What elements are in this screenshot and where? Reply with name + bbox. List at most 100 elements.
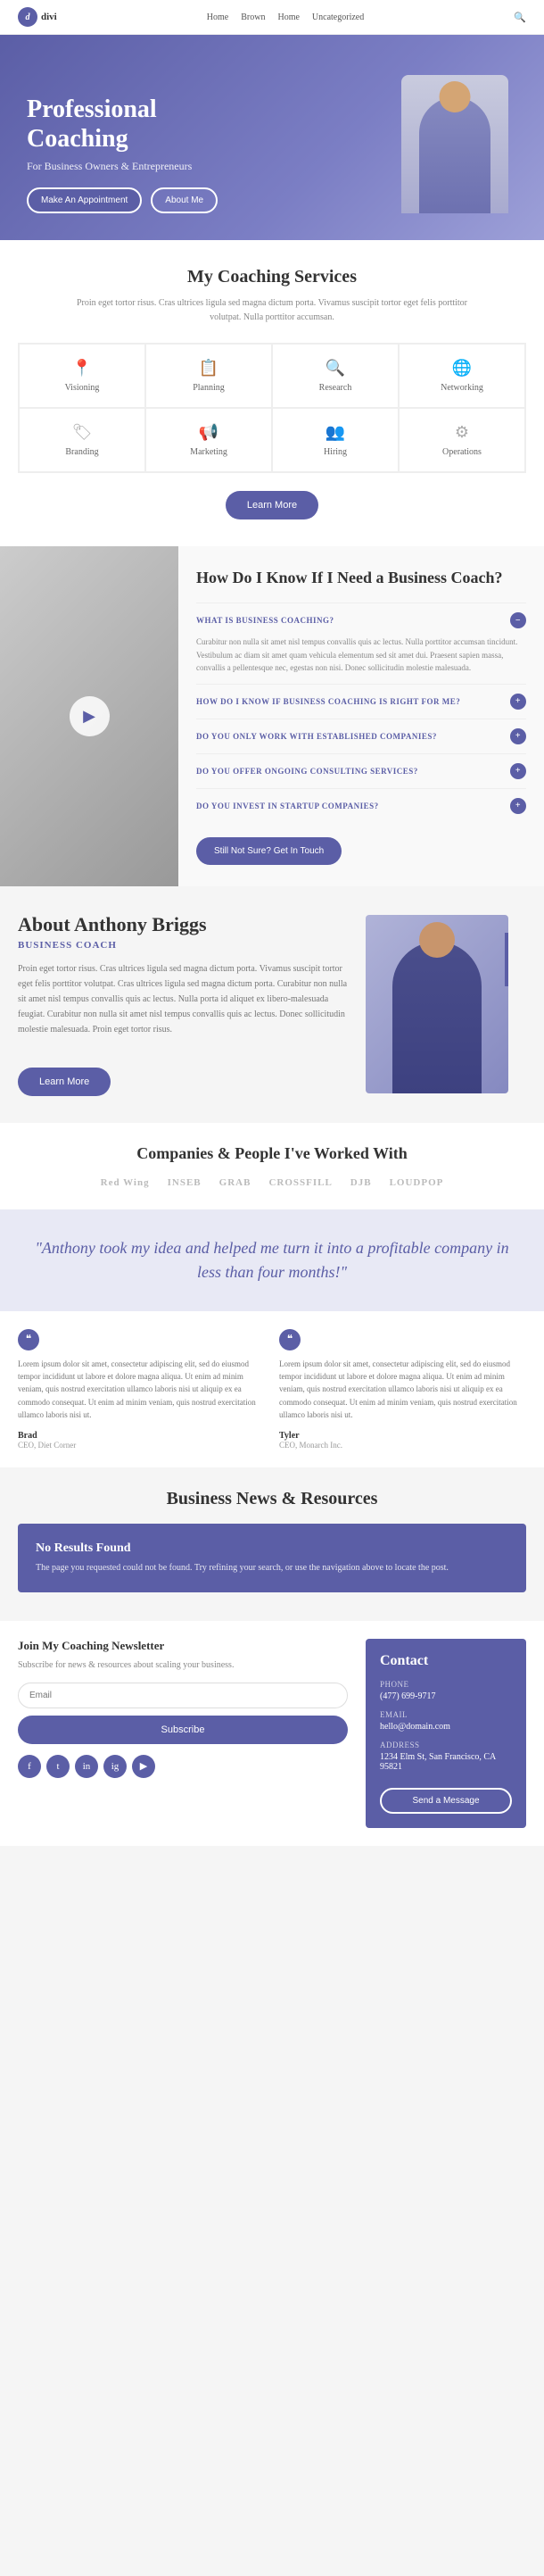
visioning-icon: 📍 xyxy=(72,359,92,378)
navigation: d divi Home Brown Home Uncategorized 🔍 xyxy=(0,0,544,35)
hero-title-line1: Professional xyxy=(27,96,157,123)
video-background: ▶ xyxy=(0,546,178,886)
newsletter-title: Join My Coaching Newsletter xyxy=(18,1639,348,1653)
accordion-toggle-5: + xyxy=(510,798,526,814)
testimonial-quote: "Anthony took my idea and helped me turn… xyxy=(27,1236,517,1284)
accordion-item-1[interactable]: WHAT IS BUSINESS COACHING? − Curabitur n… xyxy=(196,602,526,683)
twitter-icon[interactable]: t xyxy=(46,1755,70,1778)
companies-title: Companies & People I've Worked With xyxy=(18,1144,526,1163)
person-body xyxy=(419,97,490,213)
company-logo-grab: GRAB xyxy=(219,1177,251,1188)
hiring-icon: 👥 xyxy=(326,423,345,442)
marketing-label: Marketing xyxy=(190,447,227,457)
services-grid: 📍 Visioning 📋 Planning 🔍 Research 🌐 Netw… xyxy=(18,343,526,473)
video-panel: ▶ xyxy=(0,546,178,886)
accordion-question-3: DO YOU ONLY WORK WITH ESTABLISHED COMPAN… xyxy=(196,732,437,741)
company-logo-redwing: Red Wing xyxy=(101,1177,150,1188)
contact-address-value: 1234 Elm St, San Francisco, CA 95821 xyxy=(380,1752,512,1772)
service-research: 🔍 Research xyxy=(272,344,399,408)
hero-text: Professional Coaching For Business Owner… xyxy=(27,95,392,213)
nav-brown[interactable]: Brown xyxy=(241,12,265,22)
newsletter-description: Subscribe for news & resources about sca… xyxy=(18,1658,348,1672)
testimonial-brad-role: CEO, Diet Corner xyxy=(18,1441,265,1450)
accordion-question-1: WHAT IS BUSINESS COACHING? xyxy=(196,616,334,625)
blog-no-results-card: No Results Found The page you requested … xyxy=(18,1524,526,1592)
accordion-item-2[interactable]: HOW DO I KNOW IF BUSINESS COACHING IS RI… xyxy=(196,684,526,719)
about-description: Proin eget tortor risus. Cras ultrices l… xyxy=(18,961,348,1037)
play-button[interactable]: ▶ xyxy=(70,696,110,736)
contact-button[interactable]: Still Not Sure? Get In Touch xyxy=(196,837,342,865)
about-person-body xyxy=(392,942,482,1093)
testimonial-card-tyler: ❝ Lorem ipsum dolor sit amet, consectetu… xyxy=(279,1329,526,1450)
service-networking: 🌐 Networking xyxy=(399,344,525,408)
logo: d divi xyxy=(18,7,57,27)
accordion-header-4: DO YOU OFFER ONGOING CONSULTING SERVICES… xyxy=(196,763,526,779)
contact-column: Contact Phone (477) 699-9717 Email hello… xyxy=(366,1639,526,1828)
services-description: Proin eget tortor risus. Cras ultrices l… xyxy=(67,296,477,325)
accordion-answer-1: Curabitur non nulla sit amet nisl tempus… xyxy=(196,636,526,674)
service-hiring: 👥 Hiring xyxy=(272,408,399,472)
about-button[interactable]: About Me xyxy=(151,187,218,213)
about-title: About Anthony Briggs xyxy=(18,913,348,936)
blog-title: Business News & Resources xyxy=(18,1489,526,1509)
accordion-header-2: HOW DO I KNOW IF BUSINESS COACHING IS RI… xyxy=(196,694,526,710)
accordion-item-3[interactable]: DO YOU ONLY WORK WITH ESTABLISHED COMPAN… xyxy=(196,719,526,753)
service-visioning: 📍 Visioning xyxy=(19,344,145,408)
services-section: My Coaching Services Proin eget tortor r… xyxy=(0,240,544,546)
instagram-icon[interactable]: ig xyxy=(103,1755,127,1778)
testimonial-brad-icon: ❝ xyxy=(18,1329,39,1350)
youtube-icon[interactable]: ▶ xyxy=(132,1755,155,1778)
newsletter-column: Join My Coaching Newsletter Subscribe fo… xyxy=(18,1639,348,1828)
hero-title: Professional Coaching xyxy=(27,95,392,154)
faq-section: ▶ How Do I Know If I Need a Business Coa… xyxy=(0,546,544,886)
operations-label: Operations xyxy=(442,447,482,457)
send-message-button[interactable]: Send a Message xyxy=(380,1788,512,1814)
research-label: Research xyxy=(319,383,352,393)
contact-title: Contact xyxy=(380,1653,512,1669)
blog-no-results-heading: No Results Found xyxy=(36,1541,508,1556)
nav-home2[interactable]: Home xyxy=(277,12,299,22)
hero-title-line2: Coaching xyxy=(27,125,128,153)
accordion-header-3: DO YOU ONLY WORK WITH ESTABLISHED COMPAN… xyxy=(196,728,526,744)
logo-icon: d xyxy=(18,7,37,27)
networking-icon: 🌐 xyxy=(452,359,472,378)
contact-email-label: Email xyxy=(380,1710,512,1719)
footer-section: Join My Coaching Newsletter Subscribe fo… xyxy=(0,1621,544,1846)
nav-uncategorized[interactable]: Uncategorized xyxy=(312,12,364,22)
logo-text: divi xyxy=(41,12,57,22)
blog-no-results-description: The page you requested could not be foun… xyxy=(36,1561,508,1575)
contact-email-value: hello@domain.com xyxy=(380,1722,512,1732)
about-photo xyxy=(366,915,508,1093)
testimonial-tyler-role: CEO, Monarch Inc. xyxy=(279,1441,526,1450)
testimonial-quote-section: "Anthony took my idea and helped me turn… xyxy=(0,1209,544,1311)
appointment-button[interactable]: Make An Appointment xyxy=(27,187,142,213)
nav-home[interactable]: Home xyxy=(207,12,228,22)
branding-icon: 🏷 xyxy=(72,423,93,442)
hiring-label: Hiring xyxy=(324,447,347,457)
companies-section: Companies & People I've Worked With Red … xyxy=(0,1123,544,1209)
newsletter-email-input[interactable] xyxy=(18,1683,348,1708)
accent-bar xyxy=(505,933,508,986)
operations-icon: ⚙ xyxy=(455,423,469,442)
companies-logos: Red Wing INSEB GRAB CROSSFILL DJB LOUDPO… xyxy=(18,1177,526,1188)
facebook-icon[interactable]: f xyxy=(18,1755,41,1778)
faq-title: How Do I Know If I Need a Business Coach… xyxy=(196,568,526,588)
hero-buttons: Make An Appointment About Me xyxy=(27,187,392,213)
linkedin-icon[interactable]: in xyxy=(75,1755,98,1778)
about-learn-more-button[interactable]: Learn More xyxy=(18,1068,111,1096)
accordion-item-5[interactable]: DO YOU INVEST IN STARTUP COMPANIES? + xyxy=(196,788,526,823)
visioning-label: Visioning xyxy=(65,383,100,393)
contact-phone: Phone (477) 699-9717 xyxy=(380,1680,512,1701)
service-operations: ⚙ Operations xyxy=(399,408,525,472)
subscribe-button[interactable]: Subscribe xyxy=(18,1716,348,1744)
about-image-container xyxy=(366,915,526,1093)
about-role: Business Coach xyxy=(18,940,348,951)
networking-label: Networking xyxy=(441,383,483,393)
accordion-question-2: HOW DO I KNOW IF BUSINESS COACHING IS RI… xyxy=(196,697,460,706)
contact-email: Email hello@domain.com xyxy=(380,1710,512,1732)
search-icon[interactable]: 🔍 xyxy=(514,12,526,23)
accordion-item-4[interactable]: DO YOU OFFER ONGOING CONSULTING SERVICES… xyxy=(196,753,526,788)
services-learn-more-button[interactable]: Learn More xyxy=(226,491,318,519)
faq-content: How Do I Know If I Need a Business Coach… xyxy=(178,546,544,886)
service-marketing: 📢 Marketing xyxy=(145,408,272,472)
